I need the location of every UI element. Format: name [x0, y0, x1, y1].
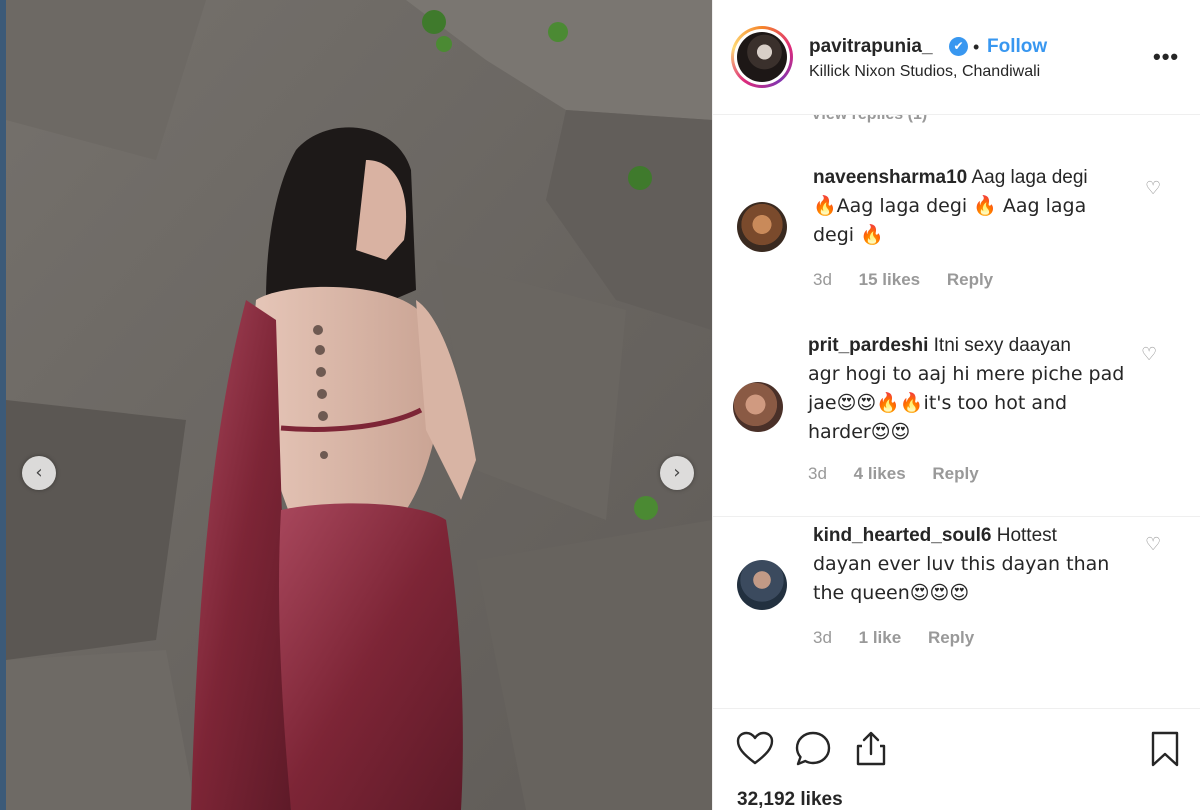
comment-username[interactable]: kind_hearted_soul6	[813, 525, 991, 546]
comment-reply-button[interactable]: Reply	[932, 464, 978, 483]
comment-likes[interactable]: 15 likes	[859, 270, 920, 289]
share-icon[interactable]	[851, 729, 891, 769]
post-photo[interactable]: ‹ ›	[0, 0, 712, 810]
comment-text: kind_hearted_soul6 Hottest dayan ever lu…	[813, 522, 1153, 608]
comment-line: degi 🔥	[813, 224, 884, 246]
comment-text: naveensharma10 Aag laga degi 🔥Aag laga d…	[813, 164, 1153, 250]
heart-icon[interactable]	[735, 729, 775, 769]
follow-button[interactable]: Follow	[987, 36, 1047, 58]
comment-reply-button[interactable]: Reply	[928, 628, 974, 647]
comment-username[interactable]: naveensharma10	[813, 167, 967, 188]
post-header: pavitrapunia_ ✔ • Follow Killick Nixon S…	[713, 0, 1200, 115]
next-photo-button[interactable]: ›	[660, 456, 694, 490]
comment-meta: 3d 4 likes Reply	[808, 464, 1001, 484]
comment-line: 🔥Aag laga degi 🔥 Aag laga	[813, 195, 1087, 217]
comment-avatar[interactable]	[737, 560, 787, 610]
chevron-right-icon: ›	[673, 462, 681, 483]
profile-avatar[interactable]	[731, 26, 793, 88]
more-options-button[interactable]: •••	[1153, 44, 1179, 70]
post-sidebar: View replies (1) pavitrapunia_ ✔ • Follo…	[712, 0, 1200, 811]
previous-photo-button[interactable]: ‹	[22, 456, 56, 490]
photo-image	[6, 0, 712, 810]
post-actions-bar: 32,192 likes	[713, 708, 1200, 811]
bookmark-icon[interactable]	[1145, 729, 1185, 769]
comment-meta: 3d 1 like Reply	[813, 628, 996, 648]
comment-divider	[713, 516, 1200, 517]
comment-avatar[interactable]	[733, 382, 783, 432]
comment-line: Hottest	[991, 525, 1057, 546]
comment-line: the queen😍😍😍	[813, 582, 970, 604]
comment-username[interactable]: prit_pardeshi	[808, 335, 928, 356]
chevron-left-icon: ‹	[35, 462, 43, 483]
comment-text: prit_pardeshi Itni sexy daayan agr hogi …	[808, 332, 1158, 447]
post-likes-count[interactable]: 32,192 likes	[737, 789, 843, 811]
comment-age: 3d	[808, 464, 827, 483]
comment-line: Aag laga degi	[967, 167, 1088, 188]
post-location[interactable]: Killick Nixon Studios, Chandiwali	[809, 63, 1040, 81]
comment-likes[interactable]: 1 like	[859, 628, 902, 647]
comment-meta: 3d 15 likes Reply	[813, 270, 1015, 290]
comment-age: 3d	[813, 270, 832, 289]
comment-line: Itni sexy daayan	[928, 335, 1071, 356]
comment-likes[interactable]: 4 likes	[854, 464, 906, 483]
separator-dot: •	[973, 37, 980, 57]
comment-avatar[interactable]	[737, 202, 787, 252]
comment-line: jae😍😍🔥🔥it's too hot and	[808, 392, 1068, 414]
comment-heart-icon[interactable]: ♡	[1141, 344, 1157, 365]
comment-heart-icon[interactable]: ♡	[1145, 534, 1161, 555]
comment-line: agr hogi to aaj hi mere piche pad	[808, 363, 1125, 385]
comment-age: 3d	[813, 628, 832, 647]
comment-reply-button[interactable]: Reply	[947, 270, 993, 289]
verified-badge-icon: ✔	[949, 37, 968, 56]
comment-heart-icon[interactable]: ♡	[1145, 178, 1161, 199]
post-username[interactable]: pavitrapunia_	[809, 36, 933, 58]
comment-icon[interactable]	[793, 729, 833, 769]
comment-line: harder😍😍	[808, 421, 911, 443]
comment-line: dayan ever luv this dayan than	[813, 553, 1110, 575]
